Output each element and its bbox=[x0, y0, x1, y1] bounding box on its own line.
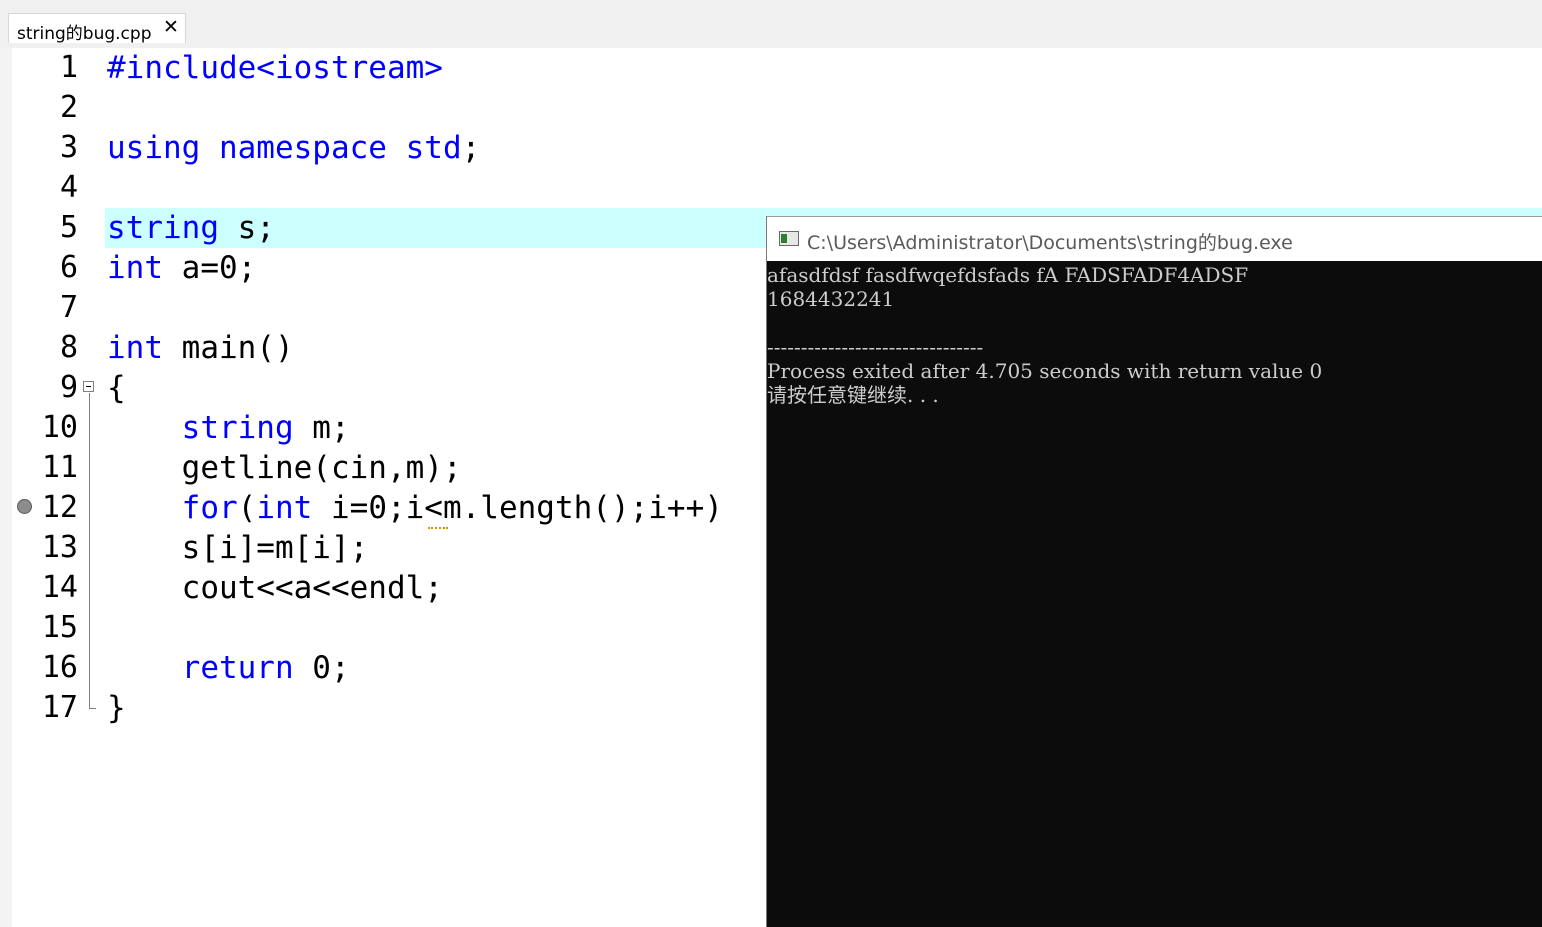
line-number: 7 bbox=[59, 290, 78, 325]
console-output-line: afasdfdsf fasdfwqefdsfads fA FADSFADF4AD… bbox=[767, 263, 1249, 287]
tab-bar: string的bug.cpp ✕ bbox=[0, 0, 1542, 48]
line-number: 17 bbox=[41, 690, 78, 725]
code-keyword: using namespace std bbox=[107, 130, 462, 166]
close-icon[interactable]: ✕ bbox=[163, 17, 179, 37]
code-text: s; bbox=[218, 210, 275, 246]
code-line-9: { bbox=[107, 370, 126, 406]
fold-guide-end bbox=[89, 708, 96, 709]
code-line-11: getline(cin,m); bbox=[107, 450, 462, 486]
code-keyword: for bbox=[181, 490, 238, 526]
code-line-5: string s; bbox=[107, 208, 275, 248]
fold-guide bbox=[89, 393, 90, 709]
code-line-1: #include<iostream> bbox=[107, 50, 443, 86]
console-output-line: 1684432241 bbox=[767, 287, 895, 311]
line-number: 5 bbox=[59, 210, 78, 245]
code-keyword: return bbox=[181, 650, 294, 686]
line-number: 14 bbox=[41, 570, 78, 605]
code-text: ; bbox=[461, 130, 481, 166]
line-number: 6 bbox=[59, 250, 78, 285]
line-number: 11 bbox=[41, 450, 78, 485]
line-number: 15 bbox=[41, 610, 78, 645]
code-text: 0; bbox=[293, 650, 350, 686]
code-keyword: string bbox=[181, 410, 294, 446]
code-line-17: } bbox=[107, 690, 126, 726]
code-keyword: int bbox=[256, 490, 313, 526]
line-number: 1 bbox=[59, 50, 78, 85]
code-line-12: for(int i=0;i<m.length();i++) bbox=[107, 488, 723, 528]
code-keyword: string bbox=[107, 210, 219, 246]
code-text: ( bbox=[237, 490, 257, 526]
console-output-line: 请按任意键继续. . . bbox=[767, 383, 939, 407]
code-text: a=0; bbox=[163, 250, 257, 286]
line-number: 13 bbox=[41, 530, 78, 565]
warning-squiggle bbox=[428, 523, 448, 529]
console-output-line: Process exited after 4.705 seconds with … bbox=[767, 359, 1323, 383]
code-line-10: string m; bbox=[107, 408, 350, 448]
console-titlebar[interactable]: C:\Users\Administrator\Documents\string的… bbox=[767, 216, 1542, 261]
code-text: i=0;i<m.length();i++) bbox=[312, 490, 723, 526]
tab-label: string的bug.cpp bbox=[17, 24, 152, 44]
breakpoint-icon[interactable] bbox=[17, 499, 32, 514]
line-number: 10 bbox=[41, 410, 78, 445]
code-text: m; bbox=[293, 410, 350, 446]
tab-file[interactable]: string的bug.cpp ✕ bbox=[8, 13, 186, 44]
console-output[interactable]: afasdfdsf fasdfwqefdsfads fA FADSFADF4AD… bbox=[767, 261, 1542, 927]
code-text: main() bbox=[163, 330, 294, 366]
console-window[interactable]: C:\Users\Administrator\Documents\string的… bbox=[766, 216, 1542, 927]
code-line-14: cout<<a<<endl; bbox=[107, 570, 443, 606]
line-number: 8 bbox=[59, 330, 78, 365]
editor-left-margin bbox=[0, 48, 12, 927]
line-number: 4 bbox=[59, 170, 78, 205]
code-line-13: s[i]=m[i]; bbox=[107, 530, 369, 566]
console-separator: -------------------------------- bbox=[767, 335, 984, 359]
console-title: C:\Users\Administrator\Documents\string的… bbox=[807, 232, 1293, 254]
code-keyword: int bbox=[107, 330, 163, 366]
fold-collapse-icon[interactable] bbox=[83, 381, 94, 392]
line-number: 3 bbox=[59, 130, 78, 165]
code-line-16: return 0; bbox=[107, 648, 350, 688]
line-number: 9 bbox=[59, 370, 78, 405]
code-line-6: int a=0; bbox=[107, 248, 256, 288]
code-line-8: int main() bbox=[107, 328, 294, 368]
line-number: 16 bbox=[41, 650, 78, 685]
code-keyword: int bbox=[107, 250, 163, 286]
code-line-3: using namespace std; bbox=[107, 128, 480, 168]
line-number: 2 bbox=[59, 90, 78, 125]
console-app-icon bbox=[779, 231, 799, 246]
